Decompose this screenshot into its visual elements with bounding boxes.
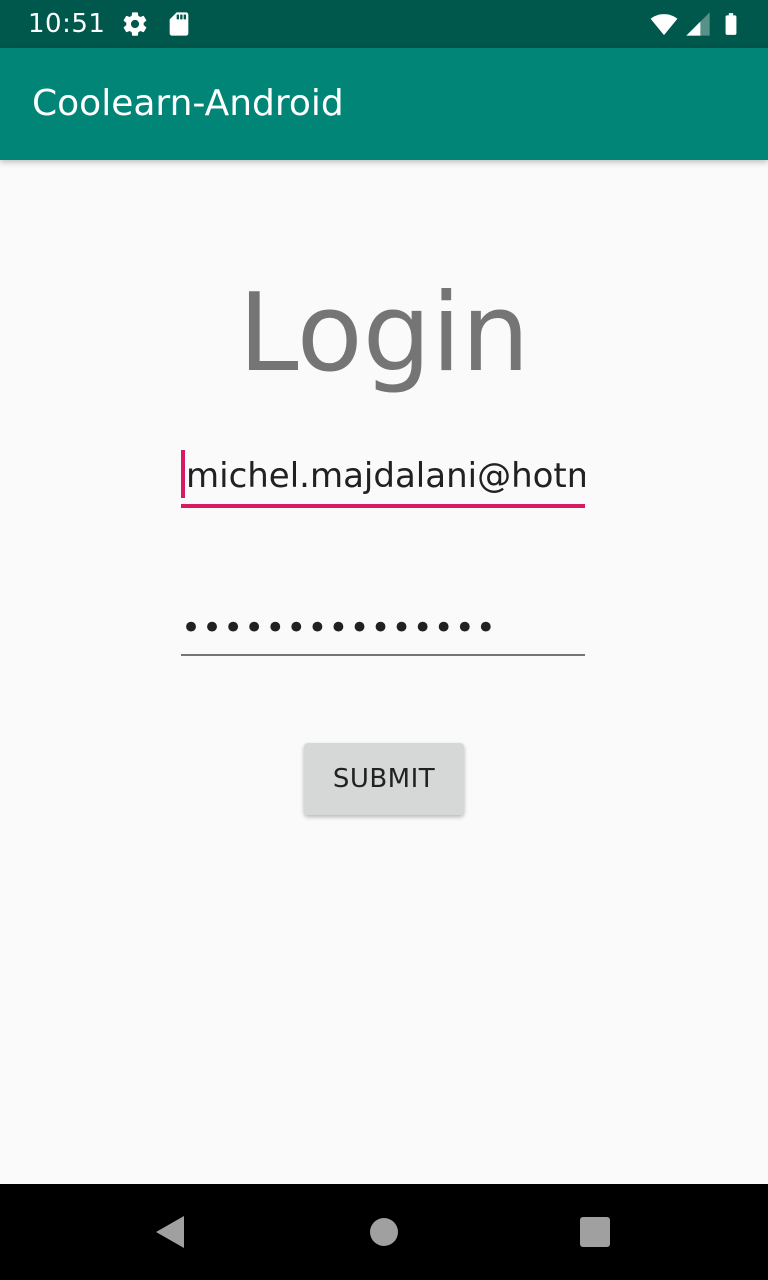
app-bar: Coolearn-Android <box>0 48 768 160</box>
back-icon[interactable] <box>148 1208 196 1256</box>
settings-icon <box>121 10 149 38</box>
login-heading: Login <box>238 271 530 396</box>
text-cursor <box>181 450 185 498</box>
password-field[interactable]: ••••••••••••••• <box>181 606 585 656</box>
navigation-bar <box>0 1184 768 1280</box>
battery-icon <box>718 10 744 38</box>
recents-icon[interactable] <box>571 1208 619 1256</box>
app-title: Coolearn-Android <box>32 83 344 124</box>
email-field[interactable]: michel.majdalani@hotma <box>181 450 585 508</box>
wifi-icon <box>648 10 680 38</box>
home-icon[interactable] <box>360 1208 408 1256</box>
status-time: 10:51 <box>28 9 106 39</box>
email-value: michel.majdalani@hotma <box>186 456 585 496</box>
password-value: ••••••••••••••• <box>181 608 497 648</box>
cell-signal-icon <box>684 10 712 38</box>
sd-card-icon <box>165 10 193 38</box>
status-bar: 10:51 <box>0 0 768 48</box>
login-screen: 10:51 Coolearn-Android Login michel.majd… <box>0 0 768 1280</box>
submit-button[interactable]: SUBMIT <box>304 743 464 815</box>
